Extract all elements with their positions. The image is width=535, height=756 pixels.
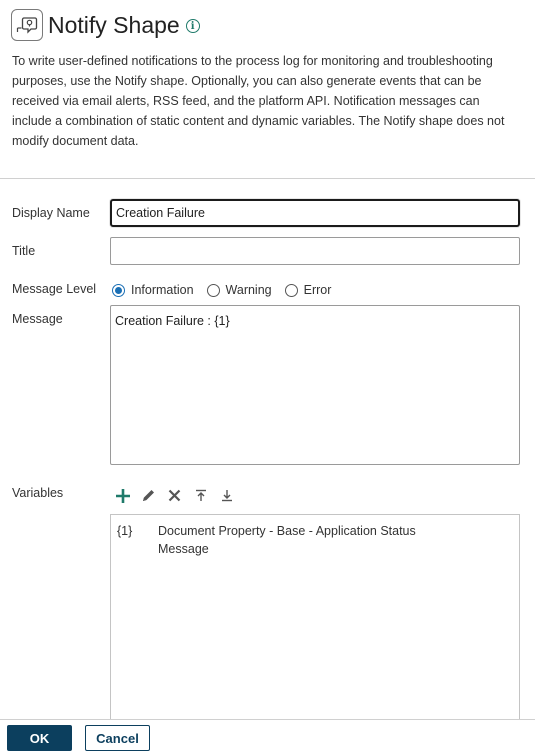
radio-information-button[interactable]: [112, 283, 125, 297]
radio-error-button[interactable]: [284, 283, 298, 297]
message-label: Message: [12, 312, 63, 326]
radio-information[interactable]: Information: [112, 283, 194, 297]
title-input[interactable]: [110, 237, 520, 265]
title-label: Title: [12, 244, 36, 258]
radio-warning-button[interactable]: [206, 283, 220, 297]
dialog-title: Notify Shape: [48, 12, 180, 38]
add-icon[interactable]: [114, 487, 131, 504]
message-level-label: Message Level: [12, 282, 97, 296]
variables-toolbar: [114, 487, 244, 504]
variables-label: Variables: [12, 486, 64, 500]
cancel-button[interactable]: Cancel: [85, 725, 150, 751]
dialog-description: To write user-defined notifications to t…: [12, 54, 505, 148]
message-level-radio-group: Information Warning Error: [112, 283, 344, 297]
radio-error-label: Error: [303, 283, 332, 297]
variable-description: Document Property - Base - Application S…: [158, 524, 416, 556]
variable-row[interactable]: {1} Document Property - Base - Applicati…: [117, 522, 513, 558]
radio-error[interactable]: Error: [284, 283, 332, 297]
move-up-icon[interactable]: [192, 487, 209, 504]
radio-warning-label: Warning: [225, 283, 272, 297]
variables-list: {1} Document Property - Base - Applicati…: [110, 514, 520, 720]
display-name-input[interactable]: [110, 199, 520, 227]
dialog-header: Notify Shape i: [11, 8, 200, 42]
edit-icon[interactable]: [140, 487, 157, 504]
variable-index: {1}: [117, 524, 133, 538]
move-down-icon[interactable]: [218, 487, 235, 504]
info-icon[interactable]: i: [185, 19, 200, 33]
footer-divider: [0, 719, 535, 720]
delete-icon[interactable]: [166, 487, 183, 504]
notify-shape-icon: [11, 9, 43, 41]
radio-information-label: Information: [131, 283, 194, 297]
message-textarea[interactable]: Creation Failure : {1}: [110, 305, 520, 465]
ok-button[interactable]: OK: [7, 725, 72, 751]
header-divider: [0, 178, 535, 179]
radio-warning[interactable]: Warning: [206, 283, 272, 297]
display-name-label: Display Name: [12, 206, 90, 220]
